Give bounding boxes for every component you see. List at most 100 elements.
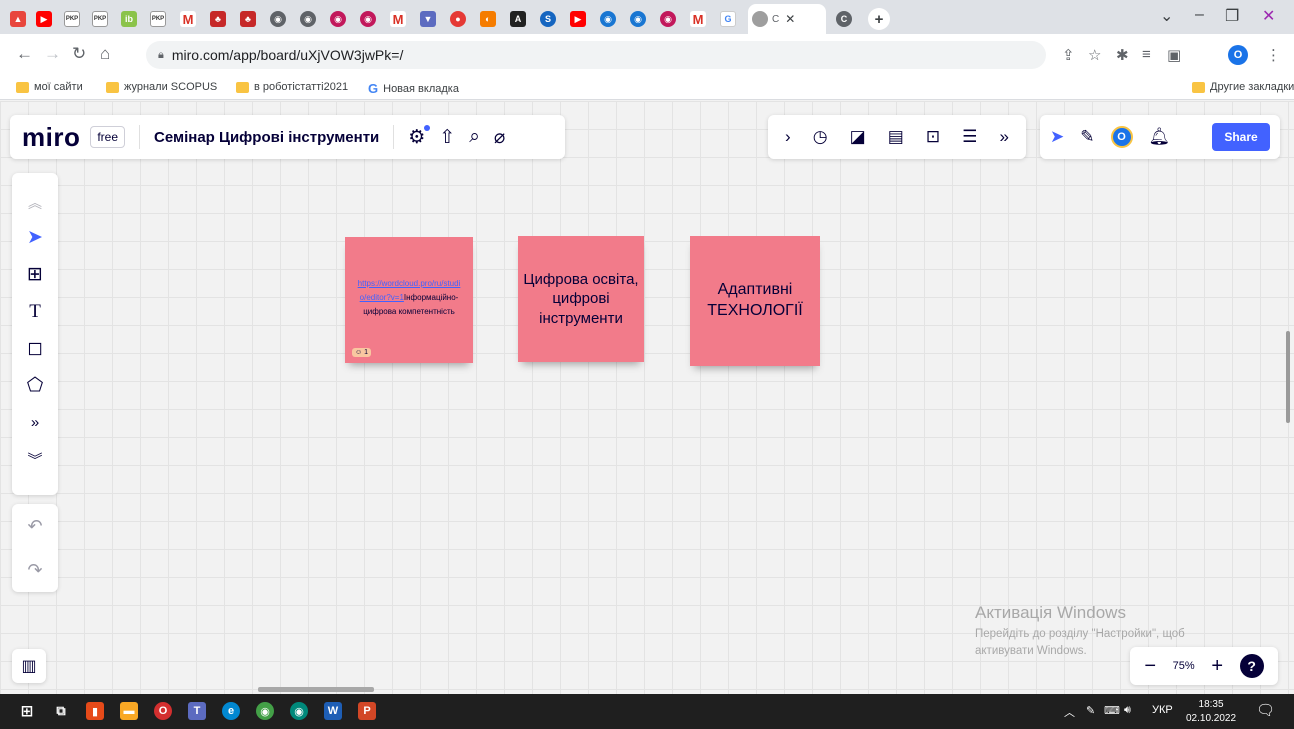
tab-6[interactable]: PKP <box>146 6 170 32</box>
tray-pen-icon[interactable]: ✎ <box>1086 704 1095 717</box>
card-icon[interactable]: ◪ <box>850 127 866 147</box>
chevron-double-down-icon[interactable]: » <box>999 127 1008 147</box>
tab-12[interactable]: ◉ <box>326 6 350 32</box>
file-explorer-icon[interactable]: ▬ <box>120 702 138 720</box>
chevron-double-down-icon[interactable]: ︾ <box>12 441 58 478</box>
bell-icon[interactable]: 🔔︎ <box>1149 127 1171 147</box>
maximize-icon[interactable]: ❐ <box>1225 6 1239 26</box>
horizontal-scrollbar[interactable] <box>258 687 374 692</box>
tab-11[interactable]: ◉ <box>296 6 320 32</box>
zoom-out-button[interactable]: − <box>1144 655 1156 678</box>
settings-gear-icon[interactable]: ⚙ <box>408 124 431 149</box>
word-icon[interactable]: W <box>324 702 342 720</box>
system-clock[interactable]: 18:35 02.10.2022 <box>1186 698 1236 725</box>
tab-16[interactable]: ● <box>446 6 470 32</box>
tab-24[interactable]: M <box>686 6 710 32</box>
sticky-note[interactable]: Адаптивні ТЕХНОЛОГІЇ <box>690 236 820 366</box>
profile-avatar[interactable]: O <box>1228 45 1248 65</box>
chrome-icon[interactable]: ◉ <box>256 702 274 720</box>
search-icon[interactable]: ⌕ <box>469 126 480 148</box>
teams-icon[interactable]: T <box>188 702 206 720</box>
windows-start-icon[interactable]: ⊞ <box>18 702 36 720</box>
share-button[interactable]: Share <box>1212 123 1270 151</box>
select-cursor-icon[interactable]: ➤ <box>12 219 58 256</box>
tray-expand-icon[interactable]: ︿ <box>1064 704 1075 720</box>
tab-19[interactable]: S <box>536 6 560 32</box>
zoom-in-button[interactable]: + <box>1211 655 1223 678</box>
notes-icon[interactable]: ☰ <box>962 127 977 147</box>
task-view-icon[interactable]: ⧉ <box>52 702 70 720</box>
tab-14[interactable]: M <box>386 6 410 32</box>
close-window-icon[interactable]: ✕ <box>1262 6 1275 26</box>
bookmark-folder[interactable]: в роботістатті2021 <box>236 81 348 93</box>
app-icon[interactable]: ▮ <box>86 702 104 720</box>
edge-icon[interactable]: e <box>222 702 240 720</box>
new-tab-button[interactable]: + <box>864 6 894 32</box>
share-page-icon[interactable]: ⇪ <box>1062 46 1075 64</box>
tab-27[interactable]: C <box>832 6 856 32</box>
zoom-level[interactable]: 75% <box>1173 660 1195 672</box>
tab-4[interactable]: PKP <box>88 6 112 32</box>
tab-22[interactable]: ◉ <box>626 6 650 32</box>
text-tool-icon[interactable]: T <box>12 293 58 330</box>
tab-25[interactable]: G <box>716 6 740 32</box>
sticky-note[interactable]: Цифрова освіта, цифрові інструменти <box>518 236 644 362</box>
forward-icon[interactable]: → <box>44 44 61 64</box>
bookmark-star-icon[interactable]: ☆ <box>1088 46 1101 64</box>
board-canvas[interactable]: miro free Семінар Цифрові інструменти ⚙ … <box>0 101 1294 694</box>
chrome-canary-icon[interactable]: ◉ <box>290 702 308 720</box>
powerpoint-icon[interactable]: P <box>358 702 376 720</box>
tab-7[interactable]: M <box>176 6 200 32</box>
tab-15[interactable]: ▼ <box>416 6 440 32</box>
more-menu-icon[interactable]: ⋮ <box>1266 46 1281 64</box>
export-upload-icon[interactable]: ⇧ <box>439 126 455 149</box>
tab-5[interactable]: ib <box>117 6 141 32</box>
tab-18[interactable]: A <box>506 6 530 32</box>
voting-icon[interactable]: ▤ <box>888 127 904 147</box>
network-icon[interactable]: ⌨ <box>1104 704 1120 717</box>
sticky-note-icon[interactable]: ◻ <box>12 330 58 367</box>
notifications-icon[interactable]: 🗨︎ <box>1256 701 1275 719</box>
presentation-icon[interactable]: ⊡ <box>926 127 940 147</box>
opera-icon[interactable]: O <box>154 702 172 720</box>
reading-list-icon[interactable]: ≡ <box>1142 46 1151 63</box>
back-icon[interactable]: ← <box>16 44 33 64</box>
bookmark-folder-other[interactable]: Другие закладки <box>1192 81 1294 93</box>
tab-10[interactable]: ◉ <box>266 6 290 32</box>
tab-13[interactable]: ◉ <box>356 6 380 32</box>
bookmark-folder[interactable]: мої сайти <box>16 81 83 93</box>
tab-search-icon[interactable]: ⌄ <box>1160 6 1173 26</box>
cursor-follow-icon[interactable]: ➤ <box>1050 127 1064 147</box>
reactions-icon[interactable]: ✎ <box>1080 127 1094 147</box>
tab-8[interactable]: ♣ <box>206 6 230 32</box>
tab-17[interactable]: ◐ <box>476 6 500 32</box>
redo-icon[interactable]: ↷ <box>27 560 42 581</box>
sticky-note[interactable]: https://wordcloud.pro/ru/studio/editor?v… <box>345 237 473 363</box>
plan-badge[interactable]: free <box>90 126 126 148</box>
tab-2[interactable]: ▶ <box>32 6 56 32</box>
board-panel-toggle-icon[interactable]: ▥ <box>12 649 46 683</box>
close-icon[interactable]: ✕ <box>785 12 795 26</box>
lock-icon[interactable]: 🔒︎ <box>158 49 164 62</box>
omnibox[interactable]: 🔒︎ miro.com/app/board/uXjVOW3jwPk=/ <box>146 41 1046 69</box>
tab-21[interactable]: ◉ <box>596 6 620 32</box>
bookmark-folder[interactable]: журнали SCOPUS <box>106 81 217 93</box>
language-indicator[interactable]: УКР <box>1152 704 1173 716</box>
miro-logo[interactable]: miro <box>22 122 80 153</box>
side-panel-icon[interactable]: ▣ <box>1167 46 1181 64</box>
home-icon[interactable]: ⌂ <box>100 44 110 64</box>
volume-icon[interactable]: 🔊︎ <box>1124 704 1131 717</box>
tab-3[interactable]: PKP <box>60 6 84 32</box>
reload-icon[interactable]: ↻ <box>72 44 86 64</box>
apps-integrations-icon[interactable]: ⌀ <box>494 126 505 149</box>
tab-9[interactable]: ♣ <box>236 6 260 32</box>
tab-1[interactable]: ▲ <box>6 6 30 32</box>
chevron-right-icon[interactable]: › <box>785 127 791 147</box>
tab-20[interactable]: ▶ <box>566 6 590 32</box>
board-title[interactable]: Семінар Цифрові інструменти <box>154 129 379 146</box>
undo-icon[interactable]: ↶ <box>27 516 42 537</box>
tab-23[interactable]: ◉ <box>656 6 680 32</box>
extensions-icon[interactable]: ✱ <box>1116 46 1129 64</box>
minimize-icon[interactable]: – <box>1195 6 1204 24</box>
templates-icon[interactable]: ⊞ <box>12 256 58 293</box>
